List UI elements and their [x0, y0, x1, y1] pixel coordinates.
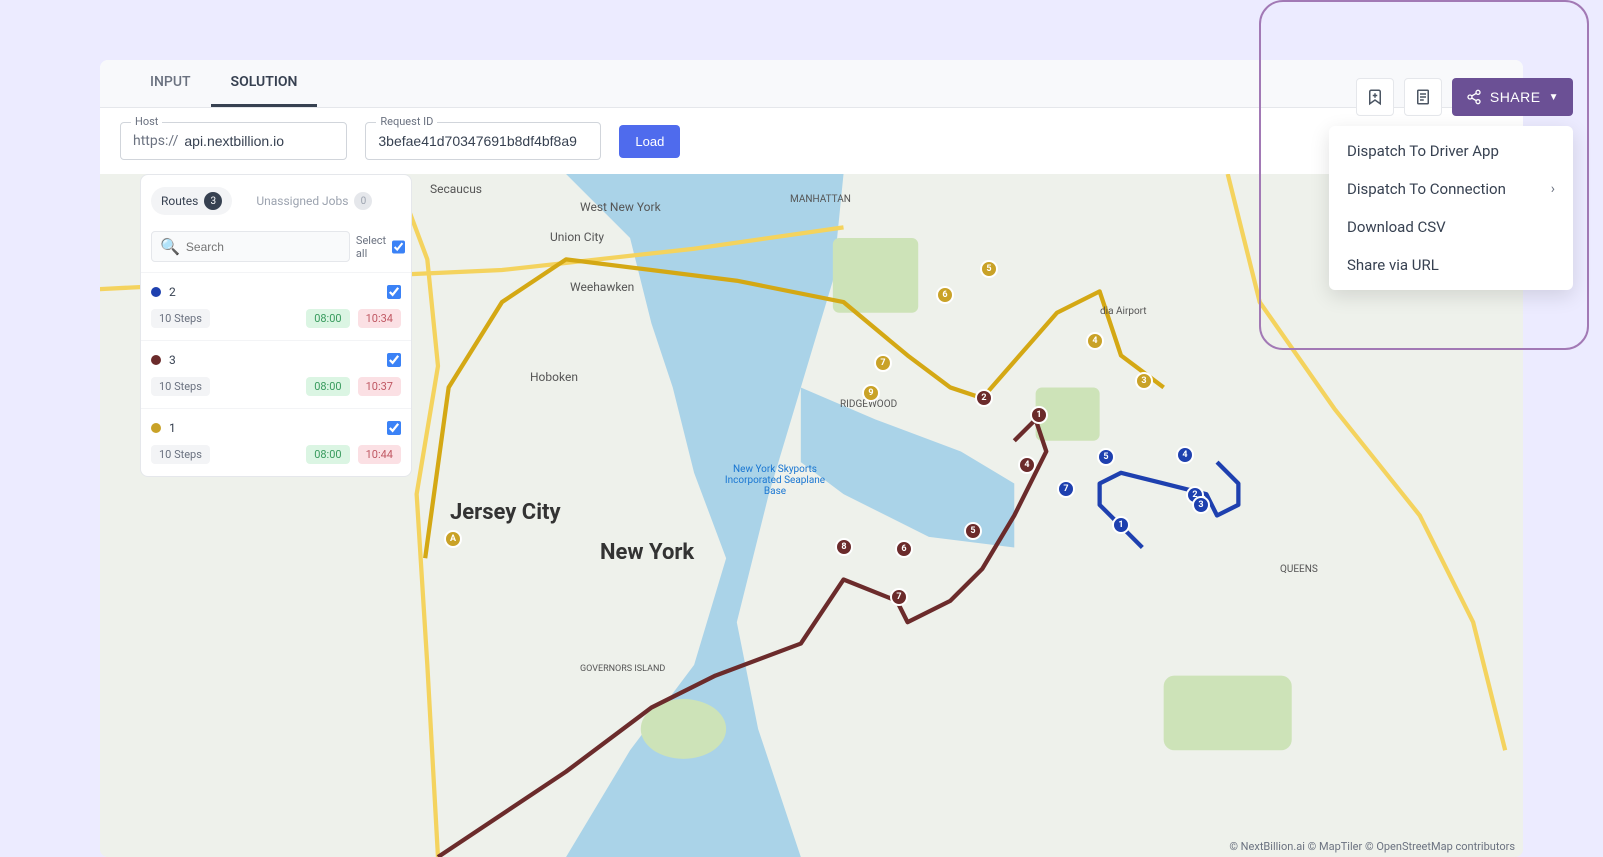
map-marker[interactable]: 7 — [890, 588, 908, 606]
route-start-time: 08:00 — [306, 377, 349, 396]
map-marker[interactable]: 9 — [862, 384, 880, 402]
map-marker[interactable]: 6 — [895, 540, 913, 558]
select-all-label: Select all — [356, 234, 386, 260]
bookmark-button[interactable] — [1356, 78, 1394, 116]
bookmark-plus-icon — [1366, 88, 1384, 106]
document-icon — [1414, 88, 1432, 106]
routes-panel: Routes 3 Unassigned Jobs 0 🔍 Select all — [140, 174, 412, 477]
map-attribution: © NextBillion.ai © MapTiler © OpenStreet… — [1229, 840, 1515, 853]
map-marker[interactable]: 2 — [975, 389, 993, 407]
share-menu-item[interactable]: Share via URL — [1329, 246, 1573, 284]
tab-input[interactable]: INPUT — [130, 60, 211, 107]
map-marker[interactable]: 4 — [1018, 456, 1036, 474]
route-end-time: 10:37 — [358, 377, 401, 396]
route-color-dot — [151, 355, 161, 365]
map-label-hoboken: Hoboken — [530, 370, 578, 384]
routes-count-badge: 3 — [204, 192, 222, 210]
top-tabs: INPUT SOLUTION — [100, 60, 1523, 108]
map-marker[interactable]: 3 — [1135, 372, 1153, 390]
map-marker[interactable]: 6 — [936, 286, 954, 304]
route-color-dot — [151, 423, 161, 433]
route-item[interactable]: 2 10 Steps 08:00 10:34 — [141, 272, 411, 340]
map-label-union-city: Union City — [550, 230, 604, 244]
share-menu-item[interactable]: Dispatch To Driver App — [1329, 132, 1573, 170]
map-label-manhattan: MANHATTAN — [790, 194, 851, 205]
share-item-label: Dispatch To Driver App — [1347, 142, 1499, 160]
host-label: Host — [131, 115, 162, 128]
routes-tab-label: Routes — [161, 194, 198, 208]
share-item-label: Dispatch To Connection — [1347, 180, 1506, 198]
map-label-governors: GOVERNORS ISLAND — [580, 664, 665, 674]
route-item[interactable]: 3 10 Steps 08:00 10:37 — [141, 340, 411, 408]
route-name: 1 — [169, 421, 379, 435]
map-marker[interactable]: 3 — [1192, 496, 1210, 514]
unassigned-tab[interactable]: Unassigned Jobs 0 — [246, 187, 382, 215]
request-id-label: Request ID — [376, 115, 437, 128]
report-button[interactable] — [1404, 78, 1442, 116]
unassigned-count-badge: 0 — [354, 192, 372, 210]
request-id-input[interactable] — [378, 133, 588, 149]
host-prefix: https:// — [133, 133, 178, 149]
map-marker[interactable]: 5 — [964, 522, 982, 540]
route-checkbox[interactable] — [387, 353, 401, 367]
route-start-time: 08:00 — [306, 445, 349, 464]
route-steps-badge: 10 Steps — [151, 309, 210, 328]
map-marker[interactable]: 7 — [1057, 480, 1075, 498]
search-input[interactable] — [186, 240, 341, 254]
route-end-time: 10:44 — [358, 445, 401, 464]
chevron-right-icon: › — [1551, 181, 1555, 197]
route-item[interactable]: 1 10 Steps 08:00 10:44 — [141, 408, 411, 476]
share-menu-item[interactable]: Download CSV — [1329, 208, 1573, 246]
share-menu: Dispatch To Driver App Dispatch To Connec… — [1329, 126, 1573, 290]
map-label-new-york: New York — [600, 540, 694, 565]
map-label-weehawken: Weehawken — [570, 280, 634, 294]
route-checkbox[interactable] — [387, 421, 401, 435]
route-name: 3 — [169, 353, 379, 367]
route-color-dot — [151, 287, 161, 297]
map-marker[interactable]: A — [444, 530, 462, 548]
map-marker[interactable]: 8 — [835, 538, 853, 556]
share-button-label: SHARE — [1490, 89, 1541, 105]
route-checkbox[interactable] — [387, 285, 401, 299]
route-start-time: 08:00 — [306, 309, 349, 328]
select-all-checkbox[interactable] — [392, 240, 405, 254]
map-marker[interactable]: 4 — [1086, 332, 1104, 350]
routes-tab[interactable]: Routes 3 — [151, 187, 232, 215]
map-marker[interactable]: 1 — [1030, 406, 1048, 424]
map-marker[interactable]: 4 — [1176, 446, 1194, 464]
share-button[interactable]: SHARE ▼ — [1452, 78, 1573, 116]
host-field-wrap: Host https:// — [120, 122, 347, 160]
host-input[interactable] — [184, 133, 334, 149]
share-item-label: Download CSV — [1347, 218, 1446, 236]
controls-row: Host https:// Request ID Load — [100, 108, 1523, 174]
load-button[interactable]: Load — [619, 125, 680, 158]
caret-down-icon: ▼ — [1549, 92, 1559, 103]
map-label-secaucus: Secaucus — [430, 182, 482, 196]
route-steps-badge: 10 Steps — [151, 445, 210, 464]
map-marker[interactable]: 1 — [1112, 516, 1130, 534]
tab-solution[interactable]: SOLUTION — [211, 60, 318, 107]
route-end-time: 10:34 — [358, 309, 401, 328]
map-label-west-ny: West New York — [580, 200, 661, 214]
share-menu-item[interactable]: Dispatch To Connection › — [1329, 170, 1573, 208]
map-label-skyports: New York Skyports Incorporated Seaplane … — [720, 464, 830, 497]
map-marker[interactable]: 5 — [980, 260, 998, 278]
request-id-field-wrap: Request ID — [365, 122, 601, 160]
map-marker[interactable]: 5 — [1097, 448, 1115, 466]
routes-search[interactable]: 🔍 — [151, 231, 350, 262]
share-item-label: Share via URL — [1347, 256, 1439, 274]
map-label-airport: dia Airport — [1100, 306, 1147, 317]
share-icon — [1466, 89, 1482, 105]
map-label-queens: QUEENS — [1280, 564, 1318, 575]
route-name: 2 — [169, 285, 379, 299]
map-marker[interactable]: 7 — [874, 354, 892, 372]
map-label-jersey-city: Jersey City — [450, 500, 561, 525]
unassigned-tab-label: Unassigned Jobs — [256, 194, 348, 208]
route-steps-badge: 10 Steps — [151, 377, 210, 396]
search-icon: 🔍 — [160, 237, 180, 256]
